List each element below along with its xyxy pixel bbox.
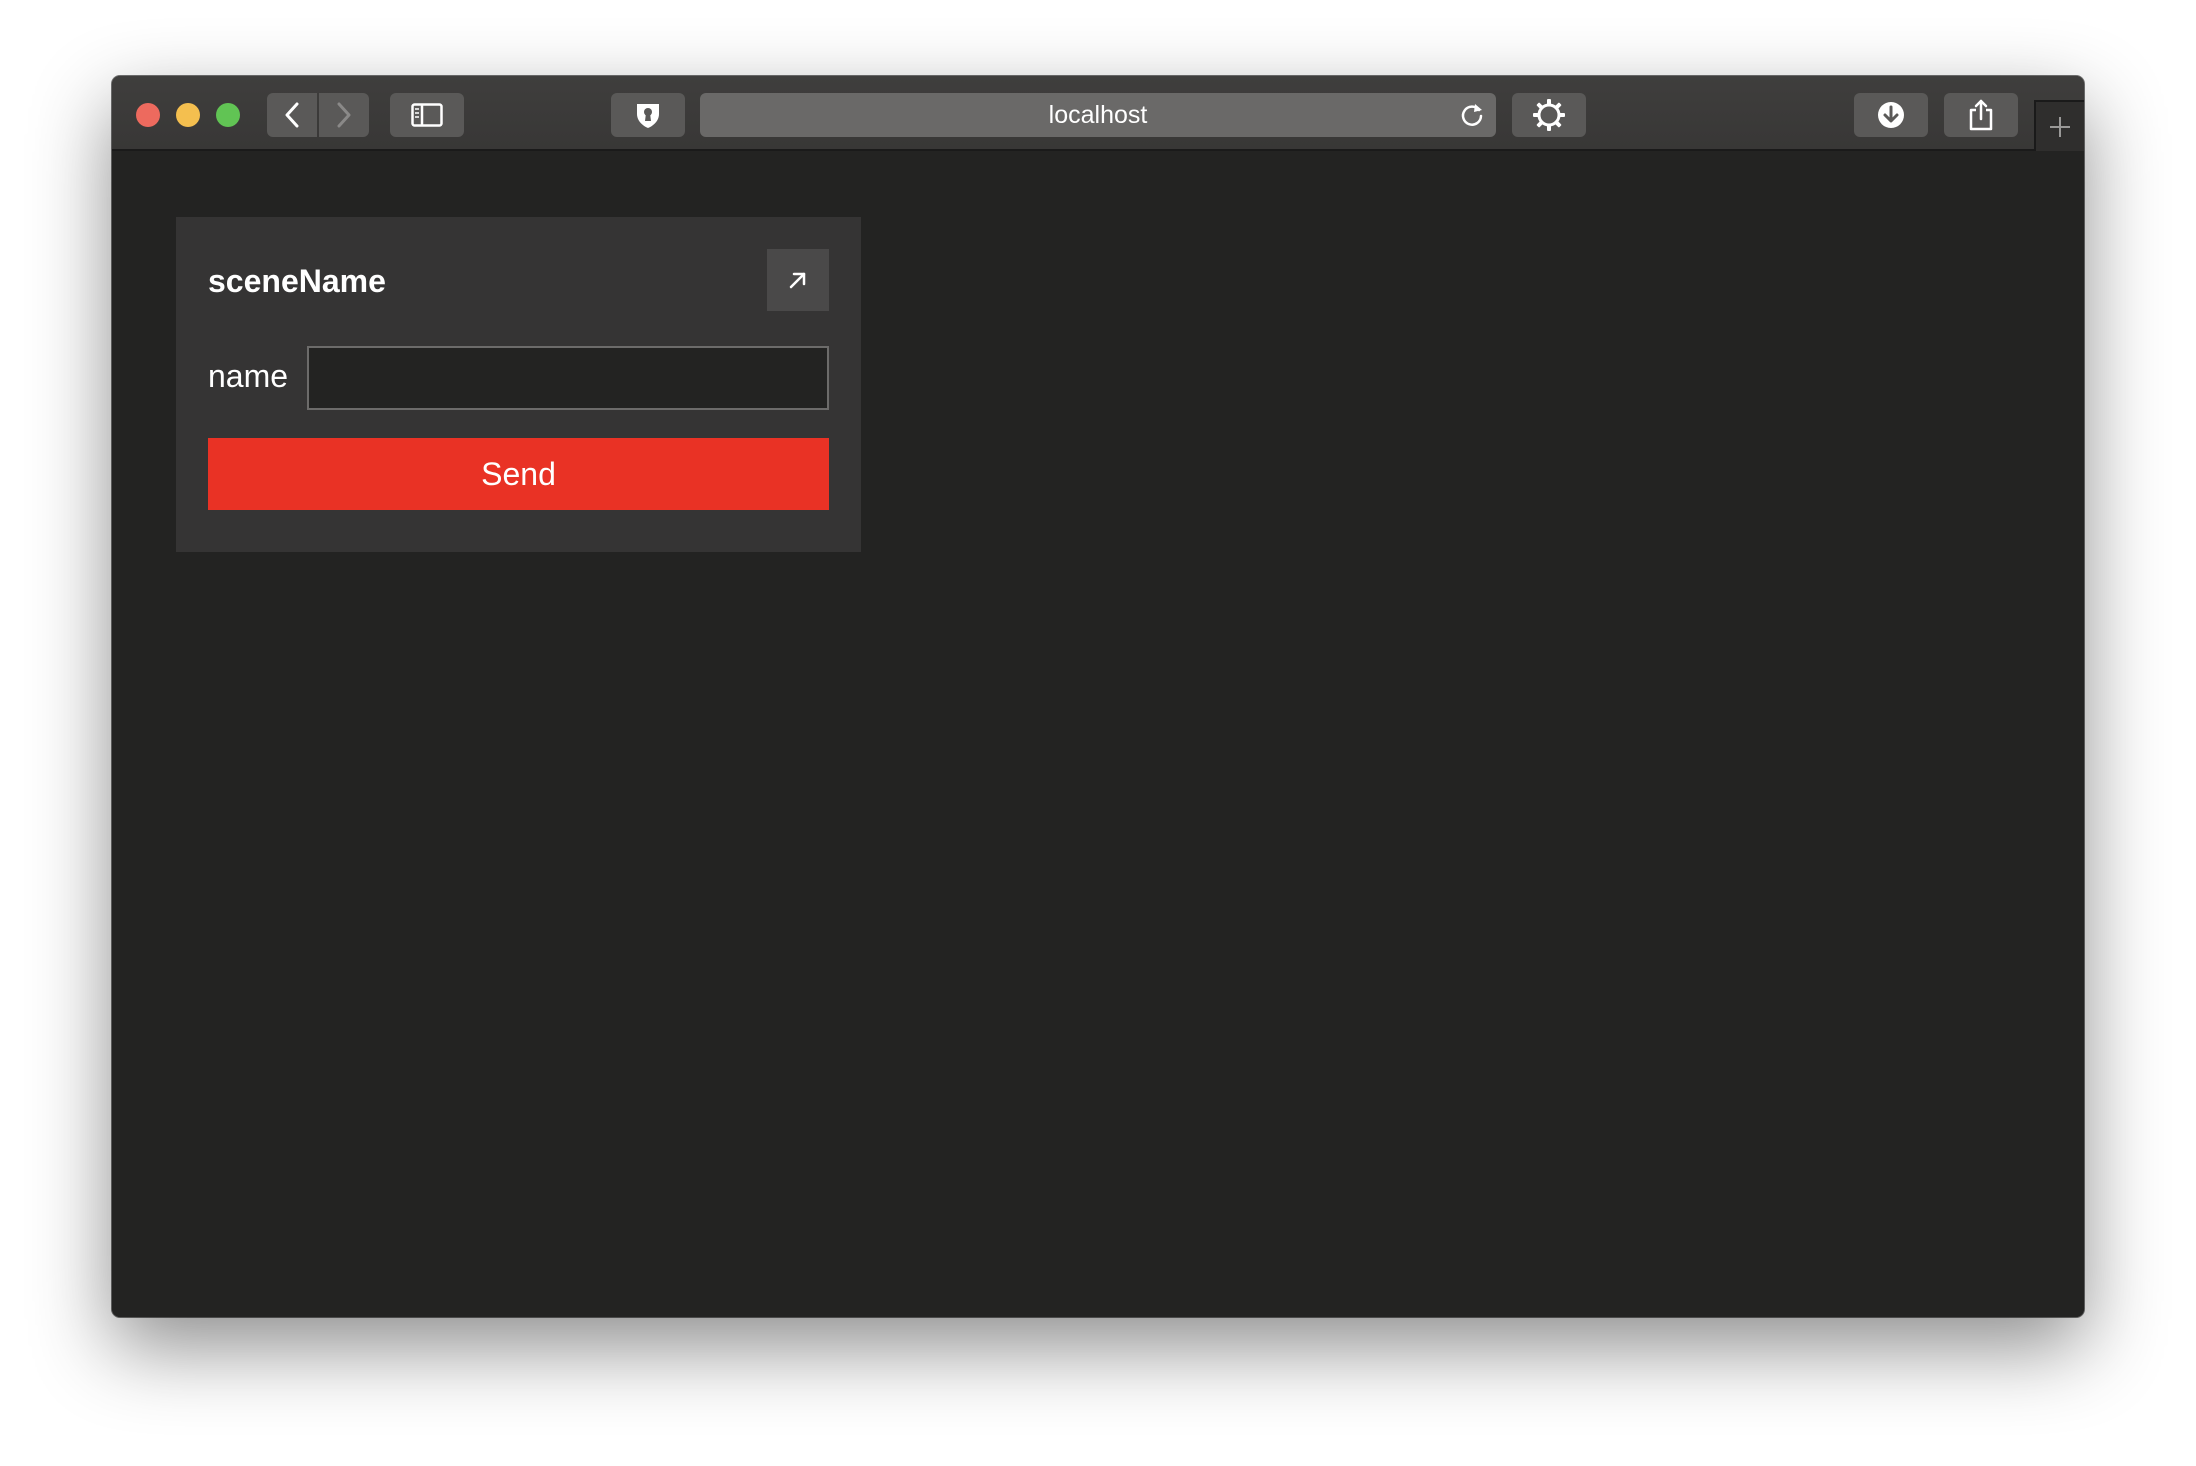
scene-panel: sceneName name Send xyxy=(176,217,861,552)
download-icon xyxy=(1878,102,1904,128)
panel-title: sceneName xyxy=(208,263,386,299)
sidebar-icon xyxy=(411,103,443,127)
page-content: sceneName name Send xyxy=(112,151,2084,1317)
sidebar-toggle-button[interactable] xyxy=(390,93,464,137)
shield-keyhole-icon xyxy=(637,104,659,128)
plus-icon xyxy=(2050,116,2070,137)
chevron-left-icon xyxy=(285,102,299,128)
chevron-right-icon xyxy=(337,102,351,128)
name-label: name xyxy=(208,358,289,394)
address-text: localhost xyxy=(1048,100,1148,129)
close-window-button[interactable] xyxy=(136,103,160,127)
share-icon xyxy=(1969,99,1993,131)
forward-button[interactable] xyxy=(319,93,369,137)
downloads-button[interactable] xyxy=(1854,93,1928,137)
minimize-window-button[interactable] xyxy=(176,103,200,127)
share-button[interactable] xyxy=(1944,93,2018,137)
send-button[interactable]: Send xyxy=(208,438,829,510)
browser-toolbar: localhost xyxy=(112,76,2084,151)
browser-window: localhost sceneName name Send xyxy=(112,76,2084,1317)
arrow-up-right-icon xyxy=(789,272,806,289)
privacy-report-button[interactable] xyxy=(611,93,685,137)
reload-icon[interactable] xyxy=(1458,101,1486,129)
zoom-window-button[interactable] xyxy=(216,103,240,127)
gear-icon xyxy=(1533,99,1565,131)
new-tab-button[interactable] xyxy=(2034,100,2084,151)
back-button[interactable] xyxy=(267,93,317,137)
address-bar[interactable]: localhost xyxy=(700,93,1496,137)
extension-button[interactable] xyxy=(1512,93,1586,137)
name-input[interactable] xyxy=(307,346,829,410)
expand-button[interactable] xyxy=(767,249,829,311)
